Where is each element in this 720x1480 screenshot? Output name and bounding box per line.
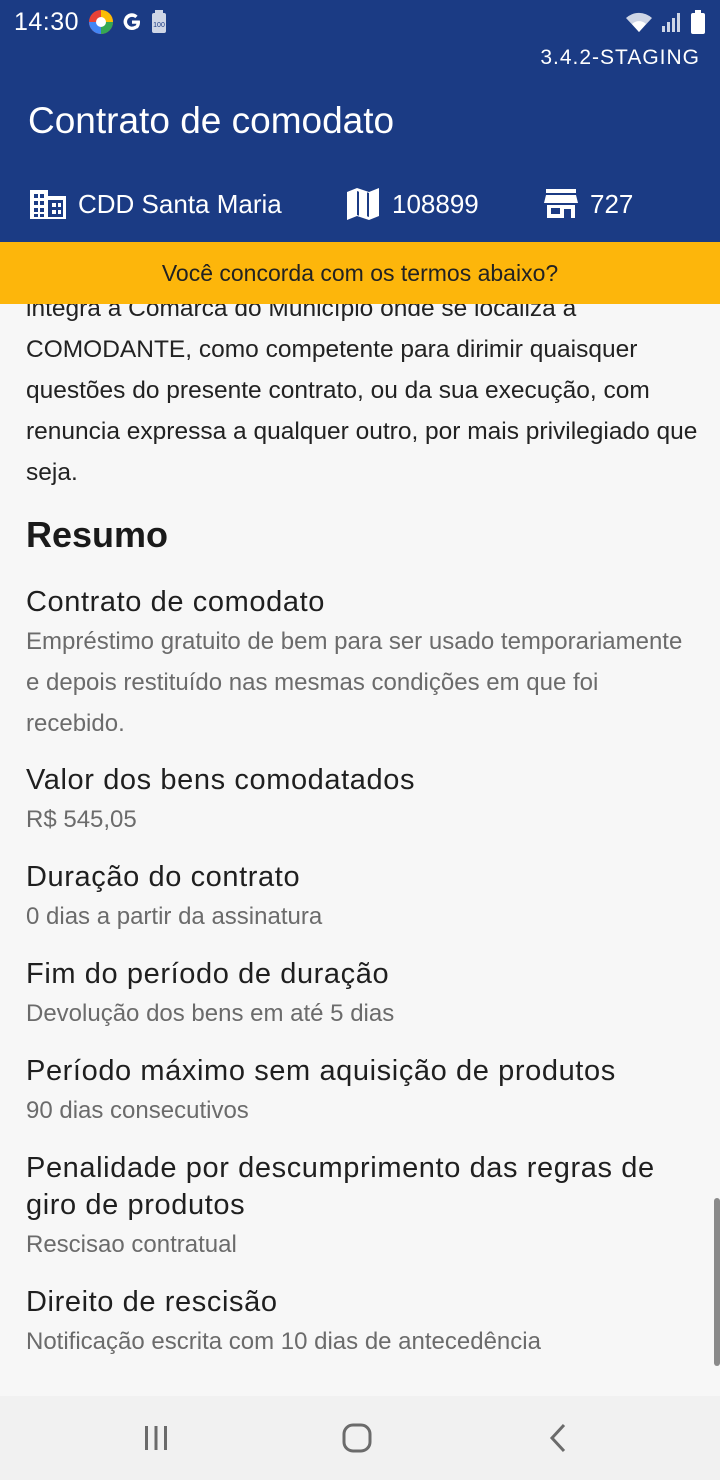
summary-item: Contrato de comodato Empréstimo gratuito…: [26, 584, 696, 744]
battery-saver-icon: 100: [152, 10, 166, 33]
summary-item-value: Devolução dos bens em até 5 dias: [26, 1000, 395, 1027]
summary-item: Penalidade por descumprimento das regras…: [26, 1150, 696, 1265]
status-time: 14:30: [14, 8, 80, 36]
scrollbar-thumb[interactable]: [714, 1198, 720, 1366]
summary-item: Período máximo sem aquisição de produtos…: [26, 1053, 696, 1131]
info-store-code: 727: [544, 180, 633, 228]
summary-item-title: Penalidade por descumprimento das regras…: [26, 1152, 655, 1221]
contract-scroll-view[interactable]: integra a Comarca do Município onde se l…: [0, 304, 720, 1396]
signal-icon: [662, 13, 680, 32]
recent-apps-icon: [145, 1426, 167, 1450]
terms-agreement-banner: Você concorda com os termos abaixo?: [0, 242, 720, 304]
home-button[interactable]: [327, 1416, 387, 1460]
info-distribution-center: CDD Santa Maria: [30, 180, 282, 228]
page-title: Contrato de comodato: [28, 100, 395, 141]
summary-item-title: Fim do período de duração: [26, 958, 390, 990]
map-icon: [347, 188, 379, 220]
browser-app-icon: [89, 10, 113, 34]
summary-item-title: Período máximo sem aquisição de produtos: [26, 1055, 616, 1087]
svg-text:100: 100: [153, 22, 165, 29]
status-icons-left: 100: [88, 8, 168, 36]
home-icon: [342, 1423, 372, 1453]
status-icons-right: [624, 8, 706, 36]
back-button[interactable]: [528, 1416, 588, 1460]
summary-item-title: Duração do contrato: [26, 861, 301, 893]
app-version: 3.4.2-STAGING: [540, 46, 700, 69]
app-header: 14:30 100 3.4.2-STAGING Contrato de como…: [0, 0, 720, 242]
summary-heading: Resumo: [26, 514, 169, 555]
summary-item-value: Empréstimo gratuito de bem para ser usad…: [26, 628, 683, 737]
summary-item: Duração do contrato 0 dias a partir da a…: [26, 859, 696, 937]
summary-item-value: 0 dias a partir da assinatura: [26, 903, 323, 930]
summary-item-value: Notificação escrita com 10 dias de antec…: [26, 1328, 541, 1355]
contract-clause-text: integra a Comarca do Município onde se l…: [26, 304, 698, 486]
summary-item: Valor dos bens comodatados R$ 545,05: [26, 762, 696, 840]
map-code-value: 108899: [392, 188, 479, 219]
store-code-value: 727: [590, 188, 634, 219]
summary-item: Fim do período de duração Devolução dos …: [26, 956, 696, 1034]
recent-apps-button[interactable]: [126, 1416, 186, 1460]
store-icon: [544, 189, 578, 218]
summary-item: Direito de rescisão Notificação escrita …: [26, 1284, 696, 1362]
info-map-code: 108899: [346, 180, 479, 228]
building-icon: [30, 190, 66, 219]
terms-agreement-question: Você concorda com os termos abaixo?: [161, 259, 559, 286]
summary-item-title: Direito de rescisão: [26, 1286, 278, 1318]
summary-item-title: Contrato de comodato: [26, 586, 325, 618]
store-info-row: CDD Santa Maria 108899 727: [0, 180, 720, 228]
distribution-center-name: CDD Santa Maria: [78, 188, 282, 219]
google-g-icon: [123, 13, 140, 31]
back-icon: [549, 1423, 566, 1453]
summary-item-value: R$ 545,05: [26, 806, 137, 833]
system-navigation-bar: [0, 1396, 720, 1480]
summary-item-title: Valor dos bens comodatados: [26, 764, 416, 796]
wifi-icon: [626, 12, 652, 32]
summary-item-value: 90 dias consecutivos: [26, 1097, 249, 1124]
status-bar: 14:30 100: [0, 0, 720, 44]
summary-item-value: Rescisao contratual: [26, 1231, 237, 1258]
battery-icon: [691, 10, 705, 34]
